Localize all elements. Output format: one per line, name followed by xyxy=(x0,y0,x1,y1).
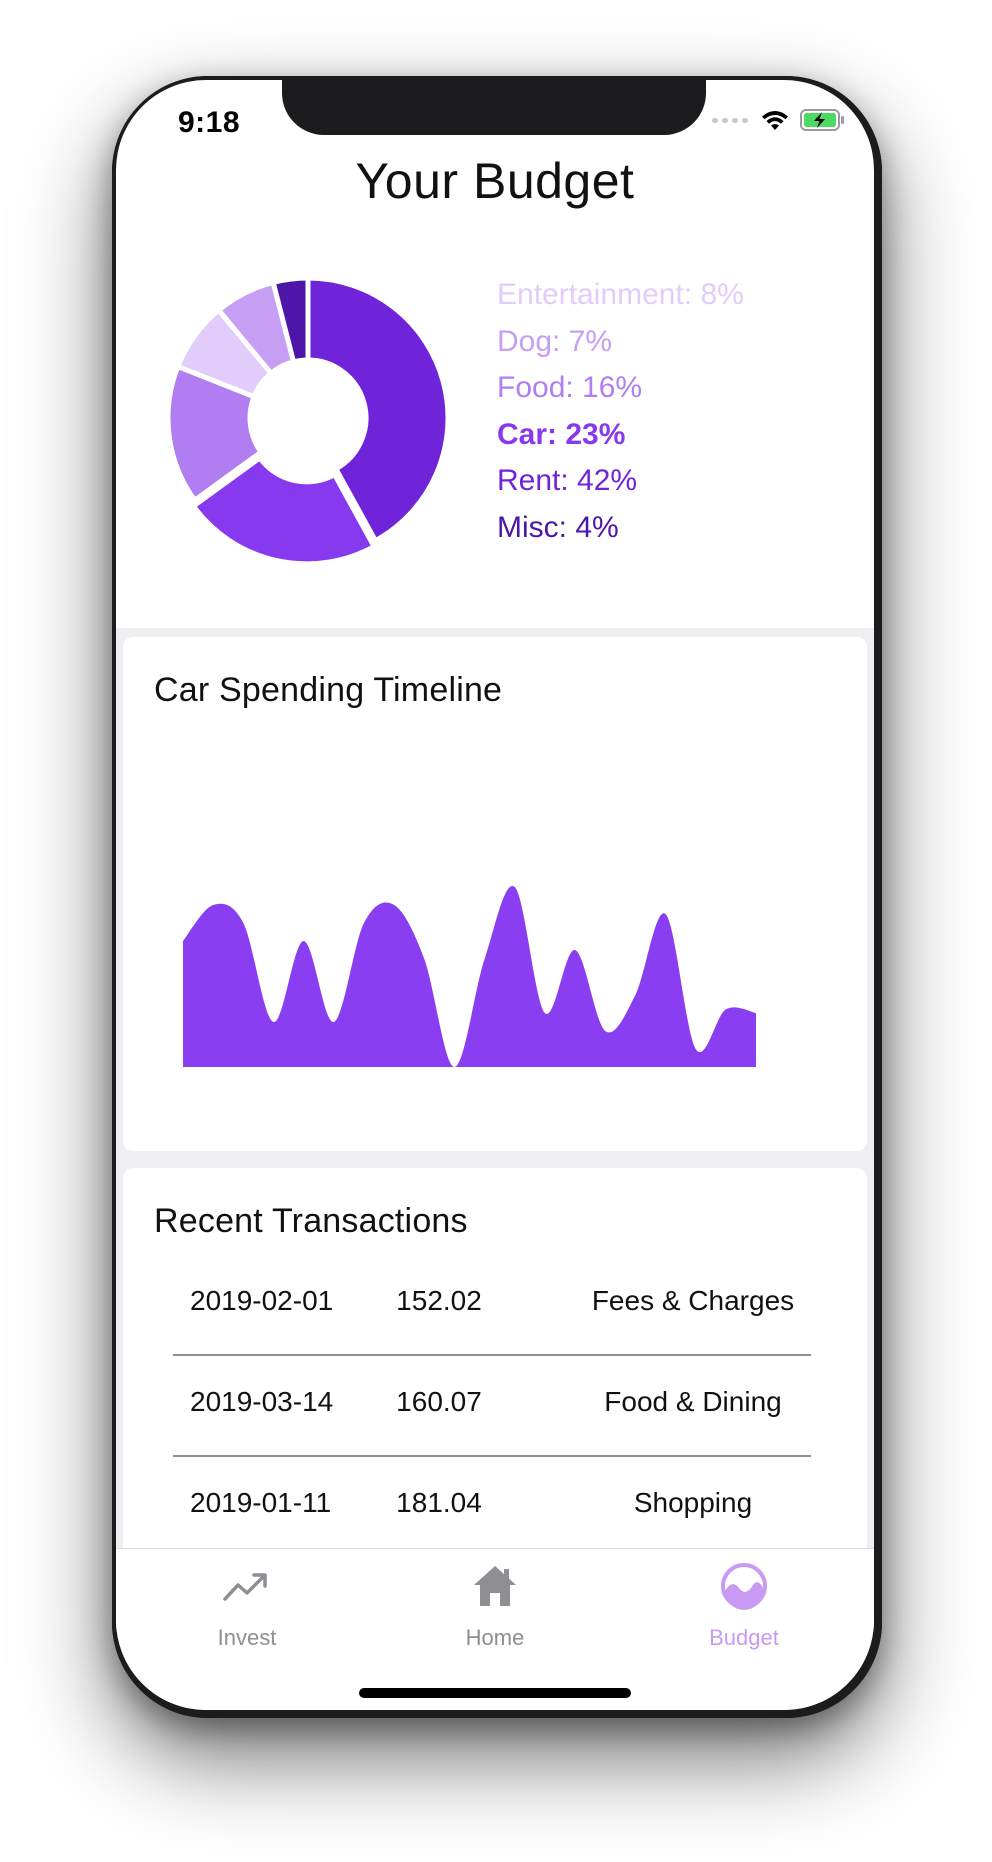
transaction-amount: 152.02 xyxy=(396,1285,482,1316)
budget-wave-icon xyxy=(664,1559,824,1613)
car-spending-area xyxy=(183,885,756,1067)
device-notch xyxy=(282,80,706,135)
car-spending-card: Car Spending Timeline xyxy=(123,637,867,1151)
tab-invest[interactable]: Invest xyxy=(167,1559,327,1651)
transaction-category: Shopping xyxy=(633,1487,753,1518)
legend-item-rent[interactable]: Rent: 42% xyxy=(497,458,744,505)
app-screen: 9:18 Your Budget Entertainment: 8% Dog: … xyxy=(116,80,874,1710)
budget-donut-chart xyxy=(165,275,451,567)
transaction-date: 2019-02-01 xyxy=(190,1285,334,1316)
transaction-amount: 181.04 xyxy=(396,1487,482,1518)
transaction-amount: 160.07 xyxy=(396,1386,482,1417)
transaction-date: 2019-03-14 xyxy=(190,1386,334,1417)
status-time: 9:18 xyxy=(178,106,241,139)
wifi-icon xyxy=(760,108,790,132)
legend-item-car[interactable]: Car: 23% xyxy=(497,412,744,459)
transaction-date: 2019-01-11 xyxy=(190,1487,332,1518)
legend-item-food[interactable]: Food: 16% xyxy=(497,365,744,412)
trend-up-icon xyxy=(167,1559,327,1613)
bottom-tab-bar: Invest Home Budget xyxy=(116,1548,874,1710)
car-spending-area-chart xyxy=(183,885,756,1067)
tab-label: Home xyxy=(465,1625,525,1650)
tab-label: Invest xyxy=(217,1625,277,1650)
status-icons xyxy=(712,108,846,132)
battery-charging-icon xyxy=(800,108,846,132)
row-divider xyxy=(173,1455,811,1457)
legend-item-dog[interactable]: Dog: 7% xyxy=(497,319,744,366)
budget-legend: Entertainment: 8% Dog: 7% Food: 16% Car:… xyxy=(497,272,744,551)
tab-home[interactable]: Home xyxy=(415,1559,575,1651)
legend-item-entertainment[interactable]: Entertainment: 8% xyxy=(497,272,744,319)
transaction-category: Food & Dining xyxy=(604,1386,782,1417)
table-row[interactable]: 2019-02-01 152.02 Fees & Charges xyxy=(123,1285,867,1385)
home-indicator xyxy=(359,1688,631,1698)
transaction-category: Fees & Charges xyxy=(591,1285,795,1316)
page-title: Your Budget xyxy=(355,153,635,209)
tab-label: Budget xyxy=(709,1625,779,1650)
cellular-signal-icon xyxy=(712,117,748,123)
row-divider xyxy=(173,1354,811,1356)
house-icon xyxy=(415,1559,575,1613)
legend-item-misc[interactable]: Misc: 4% xyxy=(497,505,744,552)
tab-budget[interactable]: Budget xyxy=(664,1559,824,1651)
table-row[interactable]: 2019-03-14 160.07 Food & Dining xyxy=(123,1386,867,1486)
